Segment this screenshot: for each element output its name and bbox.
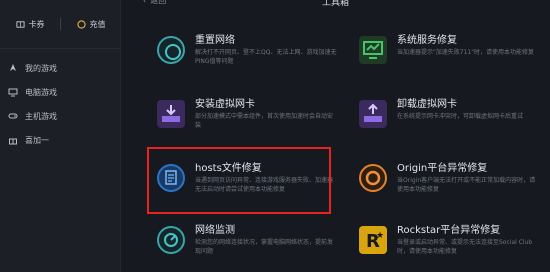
rocket-icon <box>10 64 16 71</box>
sidebar-item-label: 电脑游戏 <box>25 87 57 97</box>
tool-card-reset-network[interactable]: 重置网络 解决打不开网页、登不上QQ、无法上网、游戏加速无PING值等问题 <box>149 24 339 84</box>
tool-card-system-repair[interactable]: 系统服务修复 当加速器提示"加速失败711"时，请使用本功能修复 <box>351 24 541 84</box>
uninstall-adapter-icon <box>359 100 387 128</box>
sidebar-item-console-games[interactable]: 主机游戏 <box>0 104 121 128</box>
rockstar-icon: R ★ <box>359 226 387 254</box>
sidebar-nav: 我的游戏 电脑游戏 主机游戏 喜加一 <box>0 56 121 152</box>
recharge-label: 充值 <box>89 19 106 29</box>
origin-icon <box>359 164 387 192</box>
coin-icon <box>76 19 86 29</box>
sidebar-item-label: 喜加一 <box>25 135 49 145</box>
tool-description: 解决打不开网页、登不上QQ、无法上网、游戏加速无PING值等问题 <box>195 49 337 65</box>
sidebar-item-label: 我的游戏 <box>25 63 57 73</box>
tool-description: 检测您的网络连接状况，掌握电脑网络状态，提前发现问题 <box>195 239 334 255</box>
tool-card-uninstall-adapter[interactable]: 卸载虚拟网卡 在系统提示网卡冲突时，可卸载虚拟网卡后重试 <box>351 88 541 148</box>
tool-title: 卸载虚拟网卡 <box>397 99 457 110</box>
network-monitor-icon <box>157 226 185 254</box>
divider <box>0 48 121 49</box>
gamepad-icon <box>8 113 18 119</box>
sidebar-item-free-games[interactable]: 喜加一 <box>0 128 121 152</box>
svg-text:★: ★ <box>376 231 384 241</box>
toolbox-panel: ‹ 返回 工具箱 重置网络 解决打不开网页、登不上QQ、无法上网、游戏加速无PI… <box>121 0 550 272</box>
sidebar-top-buttons: 卡券 充值 <box>0 12 121 36</box>
recharge-button[interactable]: 充值 <box>61 12 121 36</box>
coupon-label: 卡券 <box>28 19 45 29</box>
coupon-button[interactable]: 卡券 <box>0 12 60 36</box>
tool-description: 在系统提示网卡冲突时，可卸载虚拟网卡后重试 <box>397 113 524 120</box>
system-repair-icon <box>359 36 387 64</box>
sidebar-item-label: 主机游戏 <box>25 111 57 121</box>
pc-icon <box>8 88 18 97</box>
page-title: 工具箱 <box>321 0 349 8</box>
tool-card-rockstar-repair[interactable]: R ★ Rockstar平台异常修复 当登录或启动异常、或提示无法连接至Socia… <box>351 214 541 272</box>
sidebar: 卡券 充值 我的游戏 电脑游戏 主机游戏 喜加一 <box>0 0 121 272</box>
tool-title: Origin平台异常修复 <box>397 163 488 174</box>
tool-title: Rockstar平台异常修复 <box>397 225 501 236</box>
sidebar-item-pc-games[interactable]: 电脑游戏 <box>0 80 121 104</box>
tool-card-network-monitor[interactable]: 网络监测 检测您的网络连接状况，掌握电脑网络状态，提前发现问题 <box>149 214 339 272</box>
network-reset-icon <box>157 36 185 64</box>
gift-icon <box>9 138 17 145</box>
tool-description: 当Origin客户端无法打开或不能正常加载内容时，请使用本功能修复 <box>397 177 536 193</box>
tool-title: 安装虚拟网卡 <box>195 99 255 110</box>
tool-title: 网络监测 <box>195 225 235 236</box>
tool-card-origin-repair[interactable]: Origin平台异常修复 当Origin客户端无法打开或不能正常加载内容时，请使… <box>351 152 541 212</box>
install-adapter-icon <box>157 100 185 128</box>
tool-description: 当登录或启动异常、或提示无法连接至Social Club时，请使用本功能修复 <box>397 239 533 255</box>
highlight-box <box>147 147 331 214</box>
tool-title: 重置网络 <box>195 35 235 46</box>
tool-title: 系统服务修复 <box>397 35 457 46</box>
ticket-icon <box>15 20 25 28</box>
tool-card-install-adapter[interactable]: 安装虚拟网卡 部分加速模式中需本组件，首次使用加速时会自动安装 <box>149 88 339 148</box>
sidebar-item-my-games[interactable]: 我的游戏 <box>0 56 121 80</box>
header: ‹ 返回 工具箱 <box>121 0 550 8</box>
tool-description: 部分加速模式中需本组件，首次使用加速时会自动安装 <box>195 113 334 129</box>
tool-description: 当加速器提示"加速失败711"时，请使用本功能修复 <box>397 49 534 56</box>
